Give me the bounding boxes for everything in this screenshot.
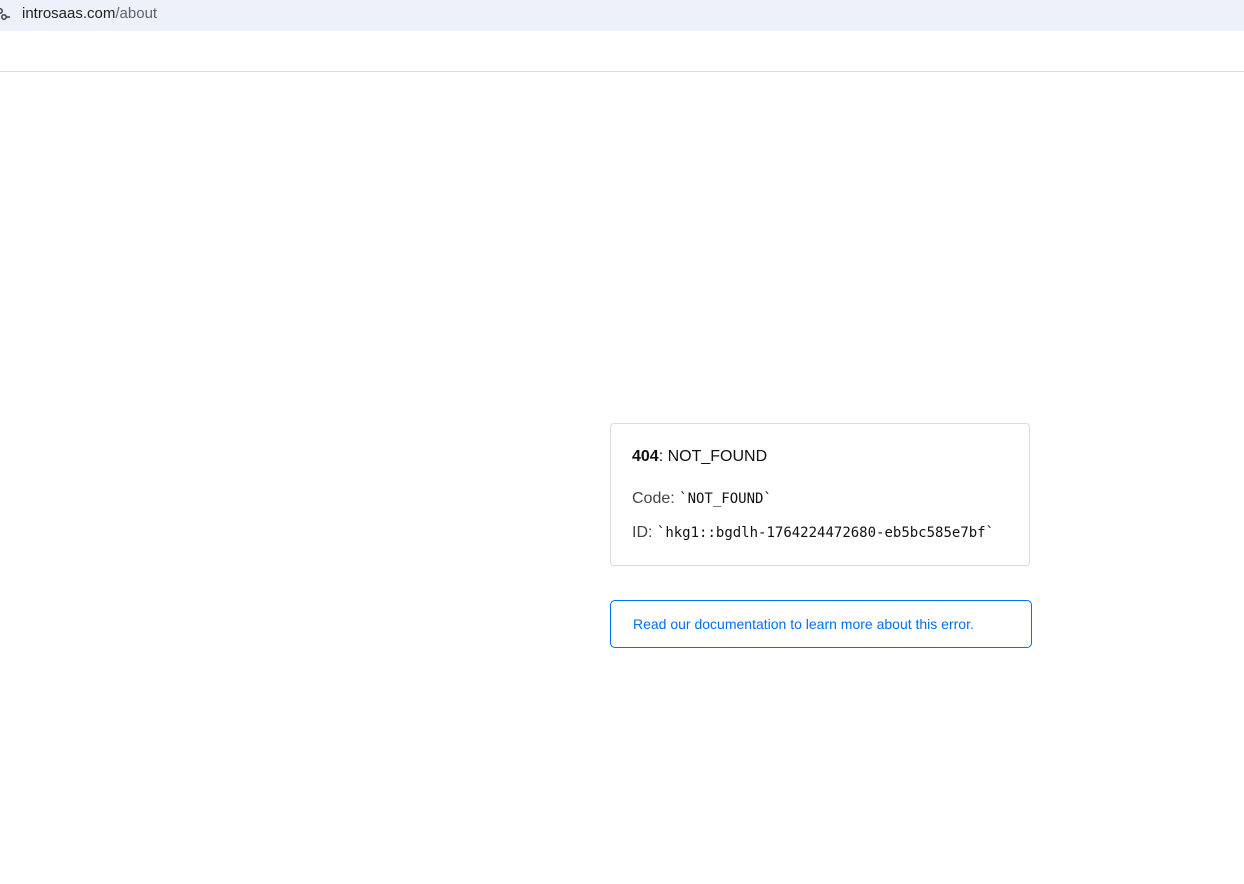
error-code-row: Code: `NOT_FOUND`	[632, 489, 772, 509]
tune-icon[interactable]	[0, 6, 10, 22]
address-bar[interactable]: introsaas.com/about	[0, 0, 1244, 31]
error-id-row: ID: `hkg1::bgdlh-1764224472680-eb5bc585e…	[632, 523, 994, 543]
documentation-link[interactable]: Read our documentation to learn more abo…	[633, 615, 974, 633]
error-heading: 404: NOT_FOUND	[632, 447, 767, 467]
id-value: `hkg1::bgdlh-1764224472680-eb5bc585e7bf`	[656, 525, 995, 541]
status-separator: :	[658, 448, 668, 465]
status-code: 404	[632, 448, 659, 465]
bookmarks-toolbar	[0, 31, 1244, 72]
documentation-box[interactable]: Read our documentation to learn more abo…	[610, 600, 1032, 648]
error-card: 404: NOT_FOUND Code: `NOT_FOUND` ID: `hk…	[610, 423, 1030, 566]
code-value: `NOT_FOUND`	[679, 491, 772, 507]
status-text: NOT_FOUND	[667, 448, 768, 465]
url-path: /about	[115, 5, 158, 22]
code-label: Code:	[632, 490, 680, 507]
id-label: ID:	[632, 524, 657, 541]
url-text[interactable]: introsaas.com/about	[22, 5, 157, 23]
url-host: introsaas.com	[22, 5, 116, 22]
